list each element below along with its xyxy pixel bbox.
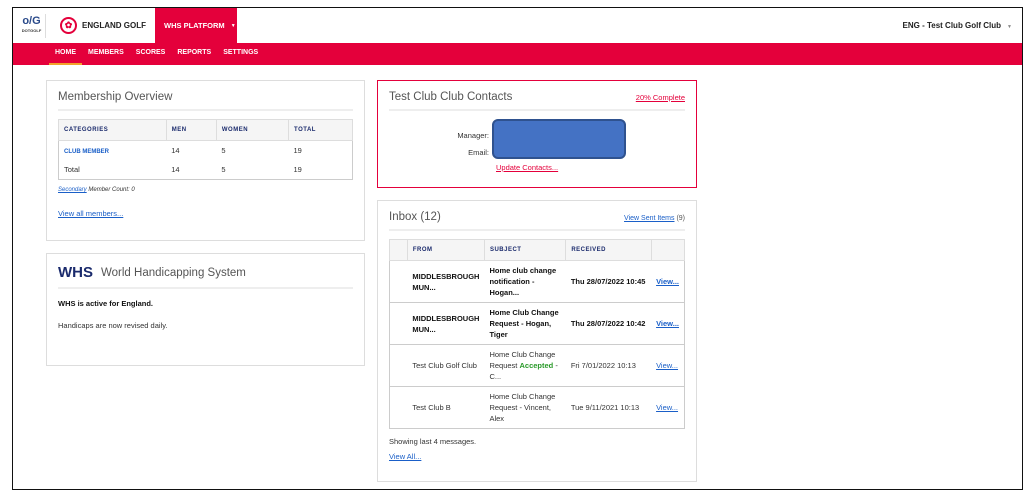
manager-label: Manager:: [457, 131, 489, 140]
col-header: [389, 239, 408, 261]
cell: 5: [221, 146, 226, 155]
col-header: TOTAL: [288, 119, 353, 141]
view-message-link[interactable]: View...: [656, 403, 678, 412]
panel-title: Inbox (12): [389, 211, 441, 223]
secondary-count: Member Count: 0: [88, 187, 135, 193]
view-all-members-link[interactable]: View all members...: [58, 209, 123, 218]
cell: 19: [293, 165, 302, 174]
platform-menu[interactable]: WHS PLATFORM ▼: [155, 8, 237, 43]
category-link[interactable]: CLUB MEMBER: [64, 149, 109, 155]
table-row[interactable]: MIDDLESBROUGH MUN... Home Club Change Req…: [389, 302, 685, 345]
membership-table: CATEGORIES MEN WOMEN TOTAL CLUB MEMBER 14 5 19…: [58, 119, 353, 180]
completion-link[interactable]: 20% Complete: [636, 93, 685, 102]
view-message-link[interactable]: View...: [656, 361, 678, 370]
table-row[interactable]: Test Club B Home Club Change Request - Vi…: [389, 386, 685, 429]
whs-logo: WHS: [58, 264, 93, 281]
view-message-link[interactable]: View...: [656, 277, 679, 286]
col-header: FROM: [406, 239, 485, 261]
message-received: Fri 7/01/2022 10:13: [565, 344, 652, 387]
cell: Total: [64, 165, 80, 174]
view-all-messages-link[interactable]: View All...: [389, 452, 421, 461]
sent-count: (9): [676, 215, 685, 222]
dotgolf-logo[interactable]: o/G DOTGOLF: [18, 13, 46, 38]
message-received: Thu 28/07/2022 10:45: [565, 260, 652, 303]
whs-panel: WHS World Handicapping System WHS is acti…: [46, 253, 365, 366]
membership-panel: Membership Overview CATEGORIES MEN WOMEN TO…: [46, 80, 365, 241]
platform-label: WHS PLATFORM: [164, 21, 225, 30]
message-from: MIDDLESBROUGH MUN...: [407, 260, 485, 303]
panel-title: World Handicapping System: [101, 266, 246, 279]
message-received: Thu 28/07/2022 10:42: [565, 302, 652, 345]
nav-scores[interactable]: SCORES: [130, 43, 172, 65]
nav-settings[interactable]: SETTINGS: [217, 43, 264, 65]
accepted-label: Accepted: [519, 361, 554, 370]
showing-count: Showing last 4 messages.: [389, 437, 477, 446]
club-name: ENG - Test Club Golf Club: [902, 21, 1002, 30]
message-from: Test Club B: [407, 386, 485, 429]
club-selector[interactable]: ENG - Test Club Golf Club ▼: [903, 21, 1012, 30]
panel-title: Test Club Club Contacts: [389, 91, 513, 103]
col-header: MEN: [165, 119, 217, 141]
message-from: MIDDLESBROUGH MUN...: [407, 302, 485, 345]
cell: 14: [171, 165, 180, 174]
table-row[interactable]: Test Club Golf Club Home Club Change Requ…: [389, 344, 685, 387]
update-contacts-link[interactable]: Update Contacts...: [496, 163, 558, 172]
message-subject: Home Club Change Request Accepted - C...: [484, 344, 566, 387]
message-subject: Home Club Change Request - Hogan, Tiger: [484, 302, 566, 345]
app-window: o/G DOTGOLF ✿ ENGLAND GOLF WHS PLATFORM ▼ E…: [12, 7, 1023, 490]
england-golf-brand[interactable]: ✿ ENGLAND GOLF: [60, 17, 155, 34]
dotgolf-logo-text: DOTGOLF: [21, 27, 42, 33]
whs-status: WHS is active for England.: [58, 299, 154, 308]
col-header: RECEIVED: [565, 239, 652, 261]
top-bar: o/G DOTGOLF ✿ ENGLAND GOLF WHS PLATFORM ▼ E…: [13, 8, 1022, 43]
col-header: CATEGORIES: [58, 119, 167, 141]
cell: 5: [221, 165, 226, 174]
view-sent-items-link[interactable]: View Sent Items: [624, 215, 674, 222]
caret-down-icon: ▼: [1007, 24, 1012, 30]
cell: 14: [171, 146, 180, 155]
message-subject: Home club change notification - Hogan...: [484, 260, 566, 303]
contacts-panel: Test Club Club Contacts 20% Complete Mana…: [377, 80, 697, 188]
message-received: Tue 9/11/2021 10:13: [565, 386, 652, 429]
col-header: [650, 239, 686, 261]
panel-title: Membership Overview: [58, 91, 173, 103]
nav-home[interactable]: HOME: [49, 43, 82, 65]
nav-members[interactable]: MEMBERS: [82, 43, 130, 65]
col-header: SUBJECT: [483, 239, 567, 261]
view-message-link[interactable]: View...: [656, 319, 679, 328]
caret-down-icon: ▼: [230, 22, 236, 29]
redacted-contact-block: [492, 119, 626, 159]
inbox-panel: Inbox (12) View Sent Items (9) FROM SUBJEC…: [377, 200, 697, 482]
col-header: WOMEN: [215, 119, 290, 141]
table-row: Total 14 5 19: [59, 160, 353, 180]
email-label: Email:: [468, 148, 489, 157]
whs-note: Handicaps are now revised daily.: [58, 321, 168, 330]
secondary-link[interactable]: Secondary: [58, 187, 87, 193]
brand-name: ENGLAND GOLF: [82, 21, 146, 30]
rose-icon: ✿: [60, 17, 77, 34]
table-row[interactable]: MIDDLESBROUGH MUN... Home club change not…: [389, 260, 685, 303]
cell: 19: [293, 146, 302, 155]
message-from: Test Club Golf Club: [407, 344, 485, 387]
inbox-table: FROM SUBJECT RECEIVED MIDDLESBROUGH MUN...…: [389, 239, 686, 429]
nav-reports[interactable]: REPORTS: [171, 43, 217, 65]
table-row: CLUB MEMBER 14 5 19: [59, 141, 353, 161]
main-nav: HOME MEMBERS SCORES REPORTS SETTINGS: [13, 43, 1022, 65]
message-subject: Home Club Change Request - Vincent, Alex: [484, 386, 566, 429]
